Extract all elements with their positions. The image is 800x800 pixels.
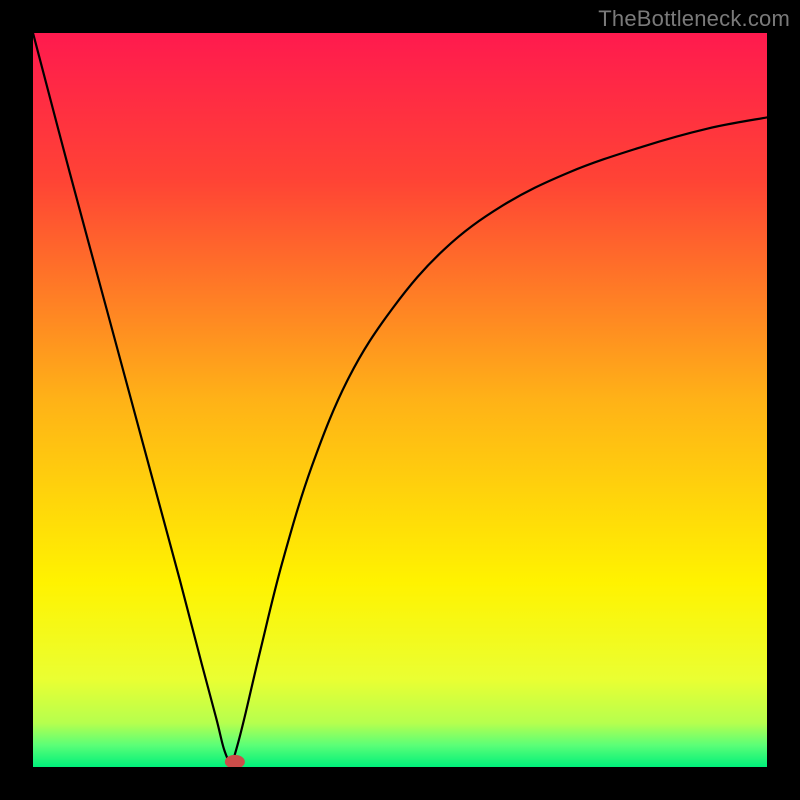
watermark-text: TheBottleneck.com [598,6,790,32]
chart-canvas [33,33,767,767]
chart-frame [33,33,767,767]
